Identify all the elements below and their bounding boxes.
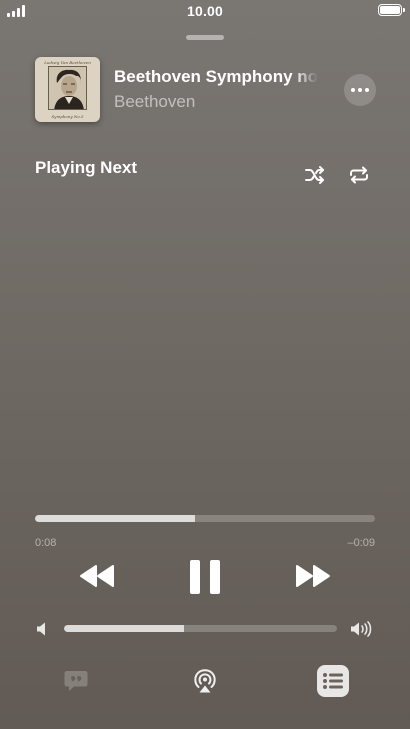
remaining-time: –0:09 [347,537,375,549]
airplay-button[interactable] [191,667,219,695]
playback-progress-slider[interactable] [35,515,375,522]
album-art-bottom-text: Symphony No.5 [51,114,84,119]
repeat-icon [350,166,368,184]
status-time: 10.00 [186,3,224,19]
playing-next-title: Playing Next [35,158,138,177]
battery-full-icon [378,4,405,16]
volume-slider[interactable] [64,625,337,632]
fast-forward-button[interactable] [294,563,332,589]
speaker-low-icon [36,621,50,637]
track-artist[interactable]: Beethoven [114,92,195,112]
track-title[interactable]: Beethoven Symphony no. 5 [114,67,318,87]
airplay-icon [194,669,216,693]
repeat-button[interactable] [347,163,371,187]
volume-fill [64,625,185,632]
ellipsis-icon [351,88,355,92]
lyrics-quote-icon [64,671,88,691]
shuffle-button[interactable] [303,163,327,187]
elapsed-time: 0:08 [35,537,57,549]
album-art-top-text: Ludwig Van Beethoven [44,60,91,65]
speaker-high-icon [350,619,374,639]
shuffle-icon [305,166,324,184]
list-queue-icon [323,673,343,689]
backward-icon [80,565,114,587]
more-options-button[interactable] [344,74,376,106]
pause-button[interactable] [190,560,220,594]
sheet-grabber[interactable] [186,35,224,40]
rewind-button[interactable] [78,563,116,589]
playback-progress-fill [35,515,195,522]
queue-button[interactable] [317,665,349,697]
beethoven-portrait [48,66,87,110]
forward-icon [296,565,330,587]
lyrics-button[interactable] [63,668,89,694]
album-art[interactable]: Ludwig Van Beethoven Symphony No.5 [35,57,100,122]
pause-icon [190,560,200,594]
